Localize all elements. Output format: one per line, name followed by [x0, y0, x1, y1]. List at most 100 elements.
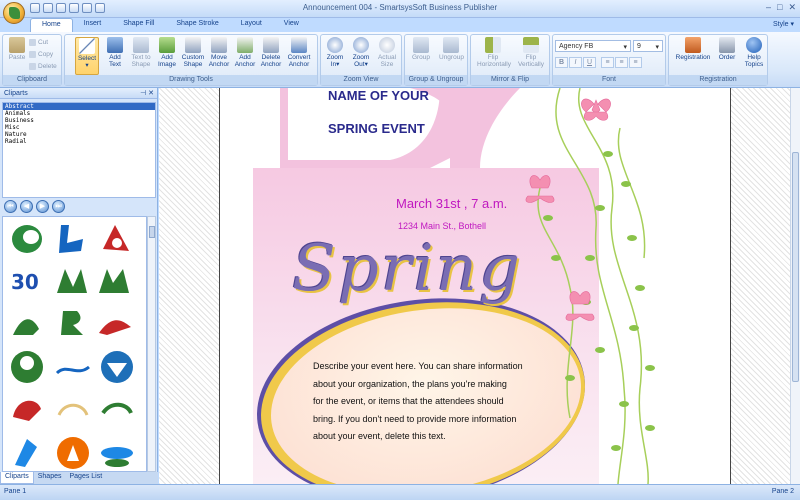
bold-button[interactable]: B: [555, 57, 568, 68]
style-menu[interactable]: Style ▾: [773, 20, 794, 28]
tab-shape-fill[interactable]: Shape Fill: [112, 18, 165, 32]
last-page-icon[interactable]: ⏭: [52, 200, 65, 213]
group-ungroup-group: Group Ungroup Group & Ungroup: [404, 34, 468, 86]
font-group-label: Font: [553, 75, 665, 85]
title-bar: Announcement 004 - SmartsysSoft Business…: [0, 0, 800, 18]
next-page-icon[interactable]: ▶: [36, 200, 49, 213]
category-item-animals[interactable]: Animals: [3, 110, 155, 117]
text-to-shape-button[interactable]: Text to Shape: [129, 37, 153, 68]
group-button[interactable]: Group: [409, 37, 433, 61]
pin-icon[interactable]: ⊣: [140, 90, 146, 97]
clipart-scroll-thumb[interactable]: [149, 226, 155, 238]
mirror-flip-group: Flip Horizontally Flip Vertically Mirror…: [470, 34, 550, 86]
first-page-icon[interactable]: ⏮: [4, 200, 17, 213]
group-icon: [413, 37, 429, 53]
close-icon[interactable]: ✕: [788, 2, 796, 13]
move-anchor-button[interactable]: Move Anchor: [207, 37, 231, 68]
group-ungroup-group-label: Group & Ungroup: [405, 75, 467, 85]
clipart-item[interactable]: [99, 269, 129, 293]
prev-page-icon[interactable]: ◀: [20, 200, 33, 213]
category-item-abstract[interactable]: Abstract: [3, 103, 155, 110]
clipart-item[interactable]: [101, 351, 133, 383]
add-image-button[interactable]: Add Image: [155, 37, 179, 68]
clipart-item[interactable]: [57, 437, 89, 469]
clipart-item[interactable]: [99, 320, 131, 335]
delete-anchor-button[interactable]: Delete Anchor: [259, 37, 283, 68]
clipart-category-list[interactable]: Abstract Animals Business Misc Nature Radial: [2, 102, 156, 198]
clipart-item[interactable]: [13, 319, 39, 335]
convert-anchor-button[interactable]: Convert Anchor: [287, 37, 311, 68]
floral-vine-artwork[interactable]: [500, 88, 731, 484]
add-anchor-button[interactable]: Add Anchor: [233, 37, 257, 68]
category-item-radial[interactable]: Radial: [3, 138, 155, 145]
underline-button[interactable]: U: [583, 57, 596, 68]
event-address[interactable]: 1234 Main St., Bothell: [398, 221, 486, 231]
clipart-item[interactable]: [55, 365, 90, 375]
help-topics-button[interactable]: Help Topics: [741, 37, 767, 68]
maximize-icon[interactable]: □: [777, 2, 782, 13]
tab-shape-stroke[interactable]: Shape Stroke: [165, 18, 229, 32]
zoom-view-group: Zoom In▾ Zoom Out▾ Actual Size Zoom View: [320, 34, 402, 86]
clipart-item[interactable]: [101, 447, 133, 467]
document-page[interactable]: NAME OF YOUR SPRING EVENT March 31st , 7…: [219, 88, 731, 484]
ribbon-tabbar: Home Insert Shape Fill Shape Stroke Layout Vi…: [0, 18, 800, 32]
order-button[interactable]: Order: [715, 37, 739, 61]
clipart-item[interactable]: [12, 225, 42, 253]
select-button[interactable]: Select ▾: [75, 37, 99, 75]
font-size-select[interactable]: 9 ▾: [633, 40, 663, 52]
window-title: Announcement 004 - SmartsysSoft Business…: [302, 3, 498, 12]
clipart-item[interactable]: [101, 402, 133, 415]
align-right-button[interactable]: ≡: [629, 57, 642, 68]
zoom-in-button[interactable]: Zoom In▾: [323, 37, 347, 68]
zoom-out-button[interactable]: Zoom Out▾: [349, 37, 373, 68]
flip-horizontally-button[interactable]: Flip Horizontally: [477, 37, 511, 68]
cut-button[interactable]: Cut: [29, 39, 48, 46]
clipart-item[interactable]: [11, 351, 43, 383]
canvas-vertical-scrollbar[interactable]: [790, 88, 800, 484]
paste-button[interactable]: Paste: [5, 37, 29, 61]
window-controls: – □ ✕: [766, 2, 796, 13]
flip-vertically-button[interactable]: Flip Vertically: [515, 37, 547, 68]
clipart-item[interactable]: 30: [11, 270, 39, 294]
tab-view[interactable]: View: [273, 18, 310, 32]
registration-button[interactable]: Registration: [671, 37, 715, 61]
app-menu-button[interactable]: [3, 2, 25, 24]
tab-insert[interactable]: Insert: [73, 18, 113, 32]
align-left-button[interactable]: ≡: [601, 57, 614, 68]
category-item-misc[interactable]: Misc: [3, 124, 155, 131]
panel-tab-cliparts[interactable]: Cliparts: [0, 472, 34, 484]
clipart-item[interactable]: [57, 269, 87, 293]
clipart-item[interactable]: [13, 400, 41, 421]
drawing-tools-group: Select ▾ Add Text Text to Shape Add Image…: [64, 34, 318, 86]
registration-group-label: Registration: [669, 75, 767, 85]
clipart-item[interactable]: [57, 403, 89, 416]
font-family-select[interactable]: Agency FB ▾: [555, 40, 631, 52]
tab-home[interactable]: Home: [30, 18, 73, 32]
add-text-button[interactable]: Add Text: [103, 37, 127, 68]
minimize-icon[interactable]: –: [766, 2, 771, 13]
canvas-scroll-thumb[interactable]: [792, 152, 799, 382]
event-date[interactable]: March 31st , 7 a.m.: [396, 196, 507, 211]
cliparts-panel-header: Cliparts ⊣ ✕: [0, 88, 157, 99]
clipart-item[interactable]: [103, 225, 129, 251]
category-item-business[interactable]: Business: [3, 117, 155, 124]
align-center-button[interactable]: ≡: [615, 57, 628, 68]
panel-close-icon[interactable]: ✕: [148, 90, 154, 97]
clipart-scrollbar[interactable]: [147, 216, 156, 472]
delete-button[interactable]: Delete: [29, 63, 57, 70]
custom-shape-button[interactable]: Custom Shape: [181, 37, 205, 68]
ungroup-button[interactable]: Ungroup: [439, 37, 464, 61]
clipart-item[interactable]: [15, 439, 37, 467]
category-item-nature[interactable]: Nature: [3, 131, 155, 138]
clipart-item[interactable]: [59, 225, 83, 253]
delete-icon: [29, 63, 36, 70]
actual-size-icon: [379, 37, 395, 53]
clipart-item[interactable]: [61, 311, 83, 335]
drawing-tools-group-label: Drawing Tools: [65, 75, 317, 85]
copy-button[interactable]: Copy: [29, 51, 53, 58]
tab-layout[interactable]: Layout: [230, 18, 273, 32]
actual-size-button[interactable]: Actual Size: [375, 37, 399, 68]
panel-tab-pages-list[interactable]: Pages List: [65, 472, 106, 484]
panel-tab-shapes[interactable]: Shapes: [34, 472, 66, 484]
italic-button[interactable]: I: [569, 57, 582, 68]
